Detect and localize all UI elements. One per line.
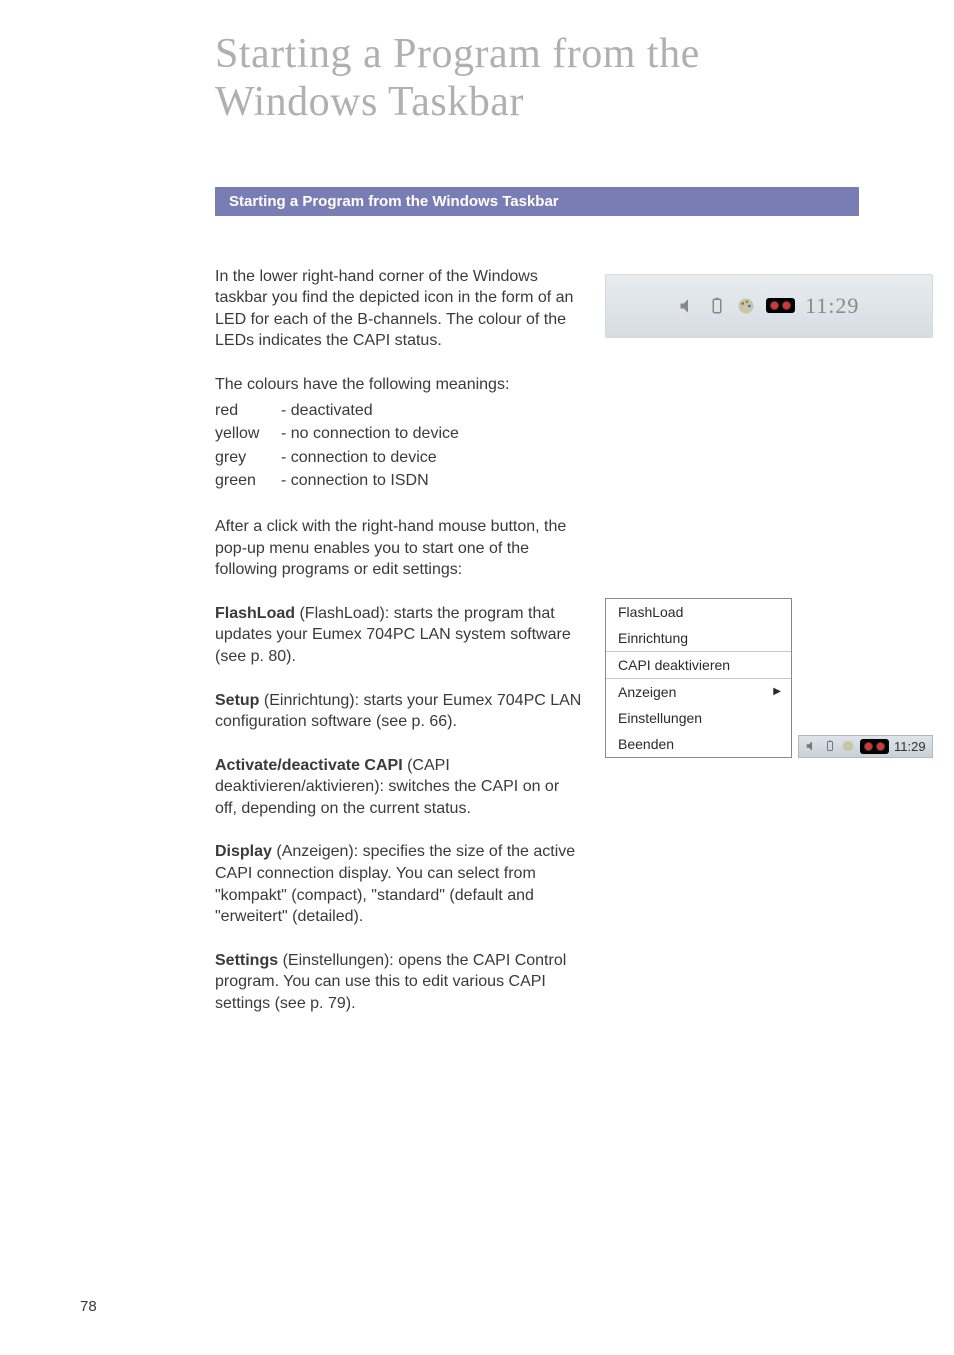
table-row: yellow - no connection to device	[215, 423, 467, 447]
display-mid2: , "standard" (	[362, 887, 454, 904]
menu-item-anzeigen[interactable]: Anzeigen	[606, 678, 791, 705]
led-meaning: - connection to ISDN	[281, 470, 467, 494]
led-color: red	[215, 400, 281, 424]
led-intro: The colours have the following meanings:	[215, 374, 585, 396]
table-row: grey - connection to device	[215, 447, 467, 471]
led-meaning: - no connection to device	[281, 423, 467, 447]
display-opt-compact: compact)	[297, 887, 363, 904]
menu-item-einstellungen[interactable]: Einstellungen	[606, 705, 791, 731]
systray-small: 11:29	[798, 735, 933, 758]
led-color: green	[215, 470, 281, 494]
display-opt-detailed: detailed	[297, 908, 353, 925]
term-display: Display	[215, 843, 272, 860]
context-menu: FlashLoad Einrichtung CAPI deaktivieren …	[605, 598, 792, 758]
led-color: yellow	[215, 423, 281, 447]
battery-icon	[824, 739, 836, 753]
table-row: green - connection to ISDN	[215, 470, 467, 494]
term-flashload: FlashLoad	[215, 605, 295, 622]
led-b1	[770, 301, 779, 310]
after-click-paragraph: After a click with the right-hand mouse …	[215, 516, 585, 581]
volume-icon	[678, 296, 698, 316]
display-paragraph: Display (Anzeigen): specifies the size o…	[215, 841, 585, 927]
table-row: red - deactivated	[215, 400, 467, 424]
context-menu-figure: FlashLoad Einrichtung CAPI deaktivieren …	[605, 598, 933, 758]
led-b2	[876, 742, 885, 751]
setup-paragraph: Setup (Einrichtung): starts your Eumex 7…	[215, 690, 585, 733]
led-meaning: - deactivated	[281, 400, 467, 424]
display-mid4: ).	[354, 908, 364, 925]
led-icon	[766, 298, 795, 313]
palette-icon	[841, 739, 855, 753]
term-setup: Setup	[215, 692, 259, 709]
page: Starting a Program from the Windows Task…	[0, 0, 954, 1355]
systray-small-time: 11:29	[894, 739, 926, 754]
section-heading-bar: Starting a Program from the Windows Task…	[215, 187, 859, 216]
figure-column: 11:29 FlashLoad Einrichtung CAPI deaktiv…	[605, 266, 933, 758]
content-columns: In the lower right-hand corner of the Wi…	[215, 266, 859, 1037]
led-b2	[782, 301, 791, 310]
menu-item-einrichtung[interactable]: Einrichtung	[606, 625, 791, 651]
rest-setup: (Einrichtung): starts your Eumex 704PC L…	[215, 692, 581, 731]
palette-icon	[736, 296, 756, 316]
battery-icon	[708, 296, 726, 316]
led-meaning: - connection to device	[281, 447, 467, 471]
systray-time: 11:29	[805, 293, 859, 319]
volume-icon	[805, 739, 819, 753]
text-column: In the lower right-hand corner of the Wi…	[215, 266, 585, 1037]
term-capi: Activate/deactivate CAPI	[215, 757, 403, 774]
menu-item-beenden[interactable]: Beenden	[606, 731, 791, 757]
capi-paragraph: Activate/deactivate CAPI (CAPI deaktivie…	[215, 755, 585, 820]
page-title: Starting a Program from the Windows Task…	[215, 30, 859, 127]
led-b1	[864, 742, 873, 751]
systray-figure: 11:29	[605, 274, 933, 338]
settings-paragraph: Settings (Einstellungen): opens the CAPI…	[215, 950, 585, 1015]
intro-paragraph: In the lower right-hand corner of the Wi…	[215, 266, 585, 352]
flashload-paragraph: FlashLoad (FlashLoad): starts the progra…	[215, 603, 585, 668]
menu-item-flashload[interactable]: FlashLoad	[606, 599, 791, 625]
menu-item-capi-deaktivieren[interactable]: CAPI deaktivieren	[606, 651, 791, 678]
display-opt-default: default	[455, 887, 503, 904]
led-meaning-table: red - deactivated yellow - no connection…	[215, 400, 467, 494]
page-number: 78	[80, 1298, 97, 1315]
led-color: grey	[215, 447, 281, 471]
term-settings: Settings	[215, 952, 278, 969]
systray-icons	[678, 296, 795, 316]
led-icon	[860, 739, 889, 754]
